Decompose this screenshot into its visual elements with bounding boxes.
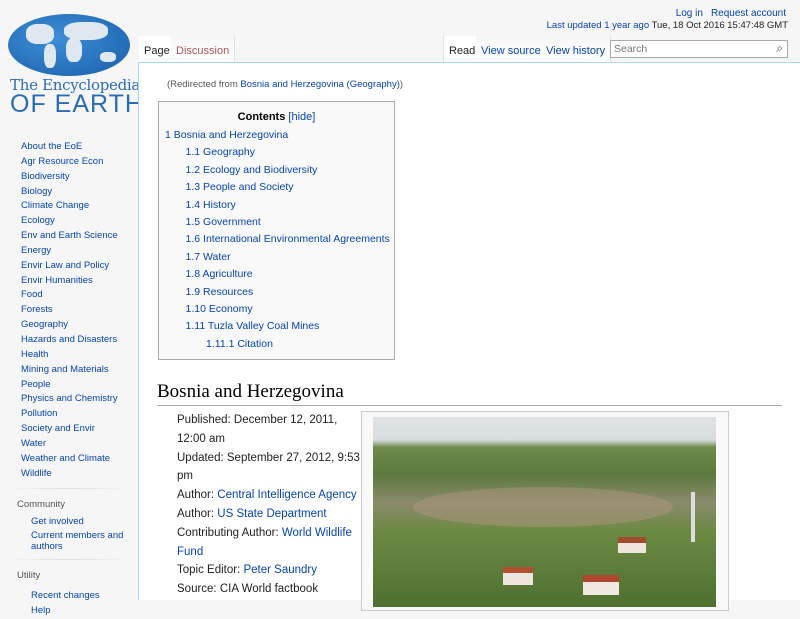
- sidebar-item-pollution[interactable]: Pollution: [0, 407, 138, 422]
- sidebar-item-agr-resource-econ[interactable]: Agr Resource Econ: [0, 155, 138, 170]
- toc-text: Water: [203, 250, 231, 263]
- sidebar-item-biodiversity[interactable]: Biodiversity: [0, 170, 138, 185]
- page-title: Bosnia and Herzegovina: [157, 381, 782, 406]
- toc-text: Government: [203, 216, 261, 228]
- toc-item[interactable]: 1.11.1 Citation: [206, 338, 273, 350]
- sidebar-item-food[interactable]: Food: [0, 288, 138, 303]
- table-of-contents: Contents [hide] 1 Bosnia and Herzegovina…: [158, 101, 395, 360]
- last-updated: Last updated 1 year ago Tue, 18 Oct 2016…: [547, 20, 788, 31]
- globe-icon: [8, 14, 130, 76]
- sidebar-item-env-and-earth-science[interactable]: Env and Earth Science: [0, 229, 138, 244]
- toc-text: Bosnia and Herzegovina: [173, 129, 289, 141]
- toc-text: Economy: [208, 303, 253, 315]
- sidebar-item-climate-change[interactable]: Climate Change: [0, 199, 138, 214]
- toc-item[interactable]: 1.6 International Environmental Agreemen…: [186, 233, 390, 245]
- sidebar-item-people[interactable]: People: [0, 378, 138, 393]
- toc-number: 1.11: [185, 320, 206, 333]
- toc-item[interactable]: 1.9 Resources: [186, 286, 254, 298]
- request-account-link[interactable]: Request account: [711, 8, 786, 19]
- site-logo[interactable]: The Encyclopedia OF EARTH: [6, 12, 143, 118]
- toc-number: 1.7: [185, 250, 201, 263]
- toc-text: Resources: [203, 285, 254, 298]
- image-box: [361, 411, 729, 611]
- search-placeholder: Search: [614, 43, 648, 55]
- toc-number: 1.3: [185, 181, 201, 194]
- source: CIA World factbook: [219, 583, 319, 596]
- tab-discussion[interactable]: Discussion: [171, 36, 236, 62]
- toc-item[interactable]: 1.11 Tuzla Valley Coal Mines: [186, 320, 320, 332]
- sidebar-item-physics-and-chemistry[interactable]: Physics and Chemistry: [0, 392, 138, 407]
- redirect-note: (Redirected from Bosnia and Herzegovina …: [167, 79, 404, 90]
- toc-number: 1.8: [185, 268, 201, 281]
- sidebar-item-help[interactable]: Help: [0, 605, 138, 616]
- sidebar-item-mining-and-materials[interactable]: Mining and Materials: [0, 363, 138, 378]
- sidebar-item-water[interactable]: Water: [0, 437, 138, 452]
- search-icon[interactable]: ⌕: [776, 41, 783, 56]
- search-input[interactable]: Search ⌕: [610, 40, 788, 58]
- sidebar-item-society-and-envir[interactable]: Society and Envir: [0, 422, 138, 437]
- sidebar-item-envir-humanities[interactable]: Envir Humanities: [0, 274, 138, 289]
- toc-text: Geography: [203, 146, 255, 159]
- tab-view-source[interactable]: View source: [476, 36, 547, 62]
- sidebar: About the EoE Agr Resource Econ Biodiversi…: [0, 140, 138, 619]
- toc-text: International Environmental Agreements: [203, 233, 390, 246]
- toc-text: Tuzla Valley Coal Mines: [207, 320, 320, 333]
- toc-title: Contents: [237, 111, 286, 123]
- toc-item[interactable]: 1.4 History: [186, 199, 236, 211]
- sidebar-item-wildlife[interactable]: Wildlife: [0, 467, 138, 482]
- updated-date: Tue, 18 Oct 2016 15:47:48 GMT: [651, 20, 788, 31]
- toc-item[interactable]: 1 Bosnia and Herzegovina: [165, 129, 288, 141]
- toc-text: People and Society: [203, 181, 294, 194]
- toc-item[interactable]: 1.3 People and Society: [186, 181, 294, 193]
- toc-item[interactable]: 1.8 Agriculture: [186, 268, 253, 280]
- toc-number: 1.5: [185, 216, 201, 228]
- toc-number: 1.6: [185, 233, 201, 246]
- toc-number: 1.10: [185, 303, 206, 315]
- sidebar-item-hazards-and-disasters[interactable]: Hazards and Disasters: [0, 333, 138, 348]
- sidebar-item-get-involved[interactable]: Get involved: [0, 516, 138, 527]
- toc-text: History: [203, 198, 236, 211]
- toc-number: 1.2: [185, 163, 201, 176]
- sidebar-item-health[interactable]: Health: [0, 348, 138, 363]
- community-heading: Community: [17, 499, 66, 511]
- toc-text: Citation: [237, 337, 273, 350]
- last-updated-link[interactable]: Last updated 1 year ago: [547, 20, 649, 31]
- sidebar-item-geography[interactable]: Geography: [0, 318, 138, 333]
- tab-view-history[interactable]: View history: [541, 36, 612, 62]
- toc-item[interactable]: 1.5 Government: [186, 216, 261, 228]
- article-meta: Published: December 12, 2011, 12:00 am U…: [177, 414, 360, 596]
- toc-item[interactable]: 1.7 Water: [186, 251, 231, 263]
- redirect-link[interactable]: Bosnia and Herzegovina (Geography): [240, 79, 399, 90]
- toc-number: 1.1: [185, 146, 201, 159]
- toc-text: Agriculture: [202, 268, 253, 281]
- toc-text: Ecology and Biodiversity: [203, 163, 318, 176]
- toc-number: 1: [165, 129, 171, 141]
- sidebar-item-envir-law-and-policy[interactable]: Envir Law and Policy: [0, 259, 138, 274]
- landscape-photo[interactable]: [373, 417, 716, 607]
- sidebar-item-forests[interactable]: Forests: [0, 303, 138, 318]
- author-link[interactable]: Central Intelligence Agency: [217, 489, 356, 501]
- toc-item[interactable]: 1.1 Geography: [186, 146, 255, 158]
- toc-number: 1.9: [185, 285, 201, 298]
- toc-number: 1.4: [185, 198, 201, 211]
- personal-links: Log in Request account: [668, 8, 786, 19]
- sidebar-item-members[interactable]: Current members and authors: [0, 530, 138, 552]
- divider: [8, 488, 130, 490]
- logo-line2: OF EARTH: [10, 90, 144, 118]
- topic-editor-link[interactable]: Peter Saundry: [243, 564, 317, 576]
- toc-hide-toggle[interactable]: [hide]: [288, 111, 315, 123]
- sidebar-item-biology[interactable]: Biology: [0, 185, 138, 200]
- main-content: (Redirected from Bosnia and Herzegovina …: [138, 62, 800, 611]
- toc-number: 1.11.1: [206, 337, 235, 350]
- utility-heading: Utility: [17, 570, 41, 582]
- toc-item[interactable]: 1.2 Ecology and Biodiversity: [186, 164, 318, 176]
- login-link[interactable]: Log in: [676, 8, 703, 19]
- sidebar-item-about-the-eoe[interactable]: About the EoE: [0, 140, 138, 155]
- sidebar-item-weather-and-climate[interactable]: Weather and Climate: [0, 452, 138, 467]
- sidebar-item-energy[interactable]: Energy: [0, 244, 138, 259]
- toc-item[interactable]: 1.10 Economy: [186, 303, 253, 315]
- sidebar-item-ecology[interactable]: Ecology: [0, 214, 138, 229]
- author-link[interactable]: US State Department: [217, 508, 326, 520]
- divider: [8, 559, 130, 561]
